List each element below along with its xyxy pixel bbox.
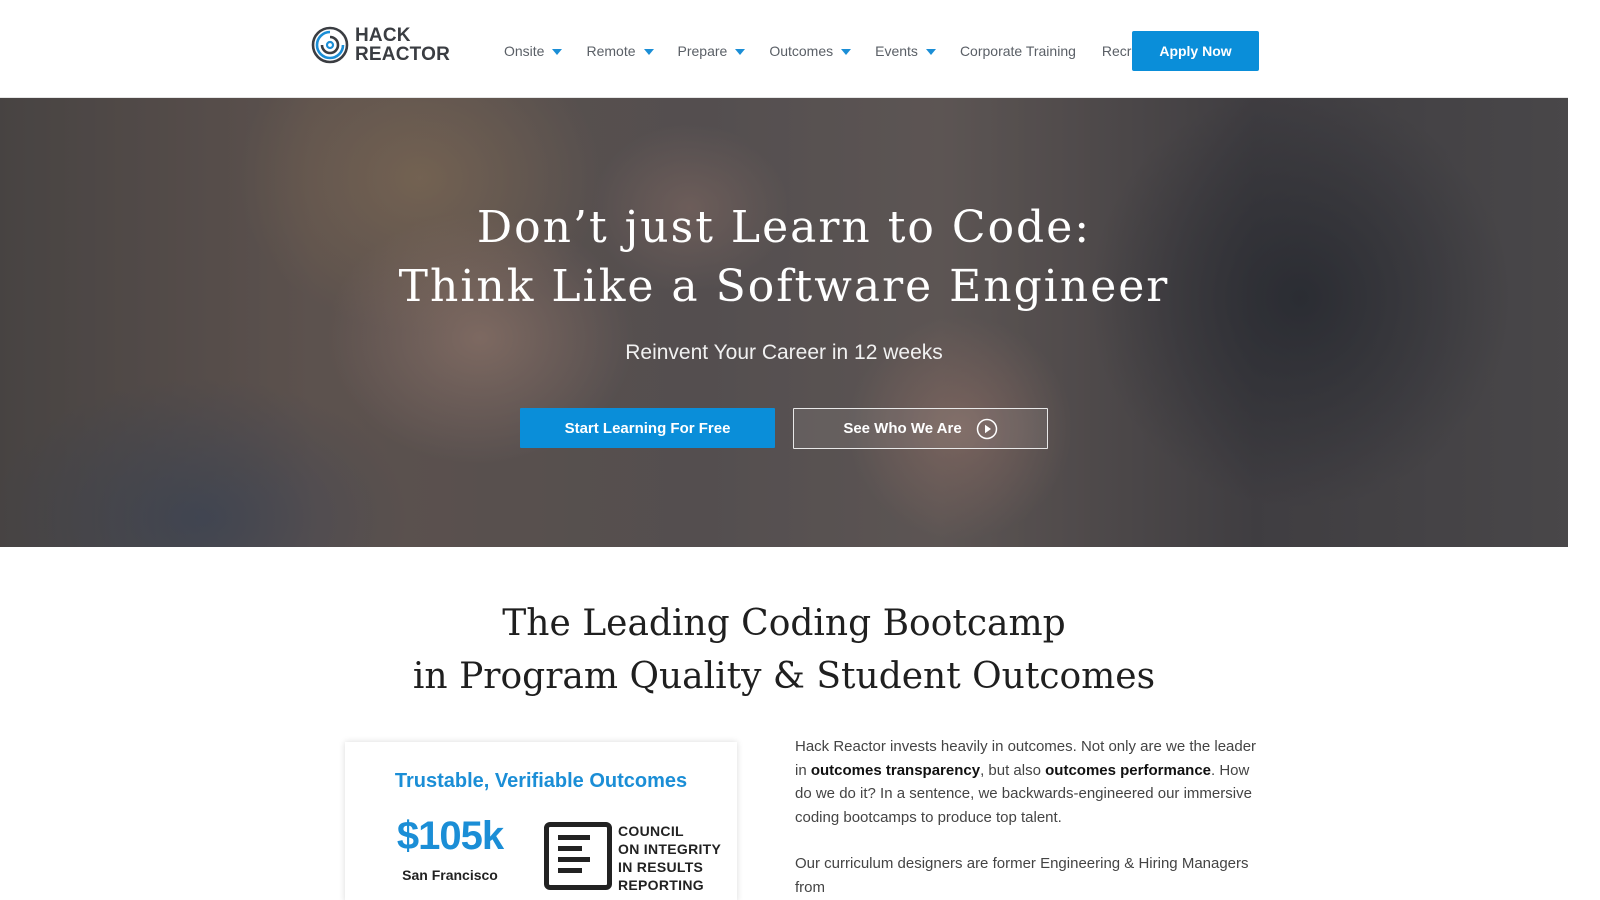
hero-title-line-1: Don’t just Learn to Code: — [476, 202, 1092, 253]
nav-label-events: Events — [875, 43, 918, 59]
logo-line-2: REACTOR — [355, 44, 450, 65]
nav-label-corporate-training: Corporate Training — [959, 43, 1076, 59]
nav-label-onsite: Onsite — [504, 43, 545, 59]
hero-title-line-2: Think Like a Software Engineer — [398, 261, 1170, 312]
outcomes-paragraph-1: Hack Reactor invests heavily in outcomes… — [795, 735, 1260, 829]
nav-item-onsite[interactable]: Onsite — [504, 43, 563, 59]
cirr-logo: COUNCIL ON INTEGRITY IN RESULTS REPORTIN… — [544, 822, 721, 894]
nav-item-remote[interactable]: Remote — [586, 43, 654, 59]
cirr-line-3: IN RESULTS — [618, 859, 704, 875]
cirr-logo-icon — [544, 822, 612, 890]
text-run: , but also — [980, 761, 1046, 779]
outcomes-transparency-emphasis: outcomes transparency — [810, 761, 981, 779]
outcomes-performance-emphasis: outcomes performance — [1045, 761, 1212, 779]
main-nav: Onsite Remote Prepare Outcomes Events Co… — [504, 40, 1191, 62]
caret-down-icon — [643, 49, 654, 55]
nav-item-prepare[interactable]: Prepare — [678, 43, 746, 59]
section-title-line-2: in Program Quality & Student Outcomes — [412, 656, 1156, 697]
apply-now-button[interactable]: Apply Now — [1132, 31, 1259, 71]
see-who-we-are-label: See Who We Are — [843, 420, 962, 437]
hero-title: Don’t just Learn to Code: Think Like a S… — [0, 198, 1568, 316]
play-circle-icon — [976, 418, 997, 439]
outcomes-description: Hack Reactor invests heavily in outcomes… — [795, 735, 1260, 900]
outcomes-paragraph-2: Our curriculum designers are former Engi… — [795, 855, 1249, 896]
caret-down-icon — [735, 49, 746, 55]
site-header: HACK REACTOR Onsite Remote Prepare Outco… — [0, 0, 1568, 98]
nav-item-corporate-training[interactable]: Corporate Training — [960, 43, 1076, 59]
hack-reactor-logo[interactable]: HACK REACTOR — [311, 26, 450, 64]
caret-down-icon — [925, 49, 936, 55]
nav-item-outcomes[interactable]: Outcomes — [769, 43, 852, 59]
cirr-line-1: COUNCIL — [618, 823, 684, 839]
hero-subtitle: Reinvent Your Career in 12 weeks — [625, 341, 943, 364]
caret-down-icon — [552, 49, 563, 55]
cirr-logo-text: COUNCIL ON INTEGRITY IN RESULTS REPORTIN… — [618, 822, 721, 894]
logo-wordmark: HACK REACTOR — [355, 26, 450, 64]
section-title-line-1: The Leading Coding Bootcamp — [502, 603, 1066, 644]
cirr-line-2: ON INTEGRITY — [618, 841, 722, 857]
nav-label-outcomes: Outcomes — [769, 43, 834, 59]
logo-line-1: HACK — [355, 25, 411, 46]
outcomes-card-title: Trustable, Verifiable Outcomes — [394, 770, 688, 792]
salary-stat-label: San Francisco — [402, 867, 498, 883]
start-learning-button[interactable]: Start Learning For Free — [520, 408, 775, 448]
caret-down-icon — [841, 49, 852, 55]
outcomes-card: Trustable, Verifiable Outcomes $105k San… — [345, 742, 737, 900]
hero-image-overlay — [0, 98, 1568, 547]
salary-stat-value: $105k — [396, 814, 504, 858]
nav-label-remote: Remote — [586, 43, 636, 59]
hero-section: Don’t just Learn to Code: Think Like a S… — [0, 98, 1568, 547]
see-who-we-are-button[interactable]: See Who We Are — [793, 408, 1048, 449]
section-title: The Leading Coding Bootcamp in Program Q… — [0, 597, 1568, 703]
nav-label-prepare: Prepare — [677, 43, 728, 59]
nav-item-events[interactable]: Events — [875, 43, 936, 59]
hack-reactor-logo-icon — [311, 26, 349, 64]
cirr-line-4: REPORTING — [618, 877, 704, 893]
